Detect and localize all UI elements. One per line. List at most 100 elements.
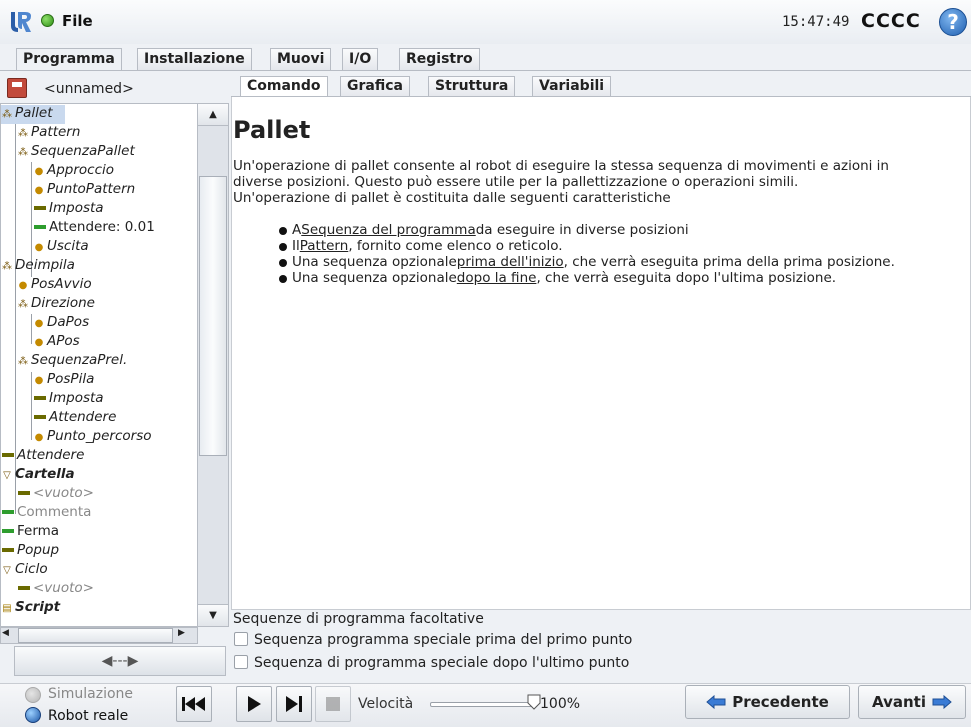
real-robot-radio[interactable]: [25, 707, 41, 723]
speed-slider-handle[interactable]: [527, 694, 541, 710]
tree-item[interactable]: ⁂ Direzione: [18, 294, 95, 313]
file-menu[interactable]: File: [62, 12, 93, 30]
tree-item[interactable]: ⁂ Deimpila: [2, 256, 75, 275]
tree-item-label: PuntoPattern: [47, 181, 136, 197]
real-robot-label: Robot reale: [48, 708, 129, 724]
step-forward-button[interactable]: [276, 686, 312, 722]
set-icon: [2, 453, 14, 457]
tree-item[interactable]: ● Punto_percorso: [34, 427, 152, 446]
set-icon: [34, 396, 46, 400]
set-icon: [34, 206, 46, 210]
tree-item-label: APos: [47, 333, 80, 349]
waypoint-icon: ●: [18, 280, 28, 291]
stop-button[interactable]: [315, 686, 351, 722]
next-button[interactable]: Avanti: [858, 685, 966, 719]
skip-back-button[interactable]: [176, 686, 212, 722]
before-start-label: Sequenza programma speciale prima del pr…: [254, 632, 633, 648]
tree-item-label: SequenzaPrel.: [31, 352, 128, 368]
play-button[interactable]: [236, 686, 272, 722]
tree-item[interactable]: ● PuntoPattern: [34, 180, 136, 199]
speed-value: 100%: [540, 696, 581, 712]
tree-item[interactable]: ⁂ SequenzaPallet: [18, 142, 135, 161]
tree-item-label: Ferma: [17, 523, 60, 539]
bullet-link[interactable]: prima dell'inizio: [457, 254, 564, 270]
tree-item[interactable]: ⁂ Pallet: [2, 104, 53, 123]
tree-item[interactable]: ● APos: [34, 332, 80, 351]
tab-io[interactable]: I/O: [342, 48, 379, 70]
scroll-thumb[interactable]: [199, 176, 227, 456]
save-icon[interactable]: [7, 78, 27, 98]
pallet-icon: ⁂: [18, 299, 28, 310]
tab-programma[interactable]: Programma: [16, 48, 122, 71]
tree-item[interactable]: <vuoto>: [18, 579, 94, 598]
after-end-checkbox-row[interactable]: Sequenza di programma speciale dopo l'ul…: [234, 655, 629, 671]
previous-button[interactable]: Precedente: [685, 685, 850, 719]
simulation-radio[interactable]: [25, 687, 41, 703]
pallet-icon: ⁂: [18, 147, 28, 158]
help-icon[interactable]: ?: [939, 8, 967, 36]
play-icon: [248, 696, 261, 712]
bullet-link[interactable]: Pattern: [300, 238, 349, 254]
tree-item[interactable]: Ferma: [2, 522, 59, 541]
bullet-text: Il: [292, 238, 300, 254]
after-end-label: Sequenza di programma speciale dopo l'ul…: [254, 655, 630, 671]
bullet-text: , fornito come elenco o reticolo.: [348, 238, 563, 254]
scroll-down-arrow-icon[interactable]: ▼: [198, 604, 228, 626]
tree-item-label: Pattern: [31, 124, 81, 140]
tree-item[interactable]: Attendere: [2, 446, 84, 465]
tree-item[interactable]: <vuoto>: [18, 484, 94, 503]
hscroll-thumb[interactable]: [18, 628, 173, 643]
tree-item-label: Direzione: [31, 295, 95, 311]
tree-item[interactable]: Attendere: [34, 408, 116, 427]
tree-items: ⁂ Pallet ⁂ Pattern ⁂ SequenzaPallet ● Approccio…: [0, 103, 198, 627]
tree-item-label: Ciclo: [15, 561, 48, 577]
pallet-icon: ⁂: [2, 109, 12, 120]
tree-item[interactable]: ⁂ SequenzaPrel.: [18, 351, 127, 370]
tree-item-label: Attendere: [17, 447, 85, 463]
feature-bullet: Una sequenza opzionale prima dell'inizio…: [279, 254, 895, 270]
scroll-right-arrow-icon[interactable]: ▶: [178, 628, 185, 638]
speed-slider[interactable]: [430, 702, 534, 707]
step-forward-icon: [286, 696, 302, 712]
scroll-left-arrow-icon[interactable]: ◀: [2, 628, 9, 638]
tree-item[interactable]: ● PosPila: [34, 370, 95, 389]
after-end-checkbox[interactable]: [234, 655, 248, 669]
scroll-up-arrow-icon[interactable]: ▲: [198, 104, 228, 126]
tree-item[interactable]: ● PosAvvio: [18, 275, 92, 294]
folder-icon: ▽: [3, 565, 11, 576]
speed-label: Velocità: [358, 696, 414, 712]
tree-item[interactable]: ● Uscita: [34, 237, 89, 256]
wait-icon: [2, 510, 14, 514]
bullet-link[interactable]: dopo la fine: [457, 270, 537, 286]
previous-label: Precedente: [732, 693, 829, 711]
tree-item[interactable]: ● Approccio: [34, 161, 114, 180]
tab-installazione[interactable]: Installazione: [137, 48, 252, 70]
tree-item[interactable]: ⁂ Pattern: [18, 123, 80, 142]
tree-item[interactable]: ▽ Ciclo: [2, 560, 48, 579]
arrow-left-icon: [706, 695, 726, 709]
tree-item[interactable]: Imposta: [34, 199, 104, 218]
tab-comando[interactable]: Comando: [240, 76, 328, 97]
tab-variabili[interactable]: Variabili: [532, 76, 612, 97]
waypoint-icon: ●: [34, 242, 44, 253]
tab-registro[interactable]: Registro: [399, 48, 480, 70]
tree-item[interactable]: Popup: [2, 541, 59, 560]
tree-item-label: Punto_percorso: [47, 428, 152, 444]
tree-item[interactable]: ● DaPos: [34, 313, 89, 332]
tree-item[interactable]: Commenta: [2, 503, 91, 522]
tree-item[interactable]: Attendere: 0.01: [34, 218, 155, 237]
tab-muovi[interactable]: Muovi: [270, 48, 332, 70]
tree-item[interactable]: Imposta: [34, 389, 104, 408]
tree-item[interactable]: ▤ Script: [2, 598, 60, 617]
bullet-link[interactable]: Sequenza del programma: [301, 222, 475, 238]
tab-struttura[interactable]: Struttura: [428, 76, 516, 97]
tree-item[interactable]: ▽ Cartella: [2, 465, 75, 484]
resize-drag-button[interactable]: ◀---▶: [14, 646, 226, 676]
robot-name: CCCC: [861, 10, 921, 32]
tab-grafica[interactable]: Grafica: [340, 76, 410, 97]
before-start-checkbox-row[interactable]: Sequenza programma speciale prima del pr…: [234, 632, 632, 648]
tree-item-label: Pallet: [15, 105, 53, 121]
arrow-right-icon: [932, 695, 952, 709]
before-start-checkbox[interactable]: [234, 632, 248, 646]
ur-logo-icon: [11, 12, 31, 32]
